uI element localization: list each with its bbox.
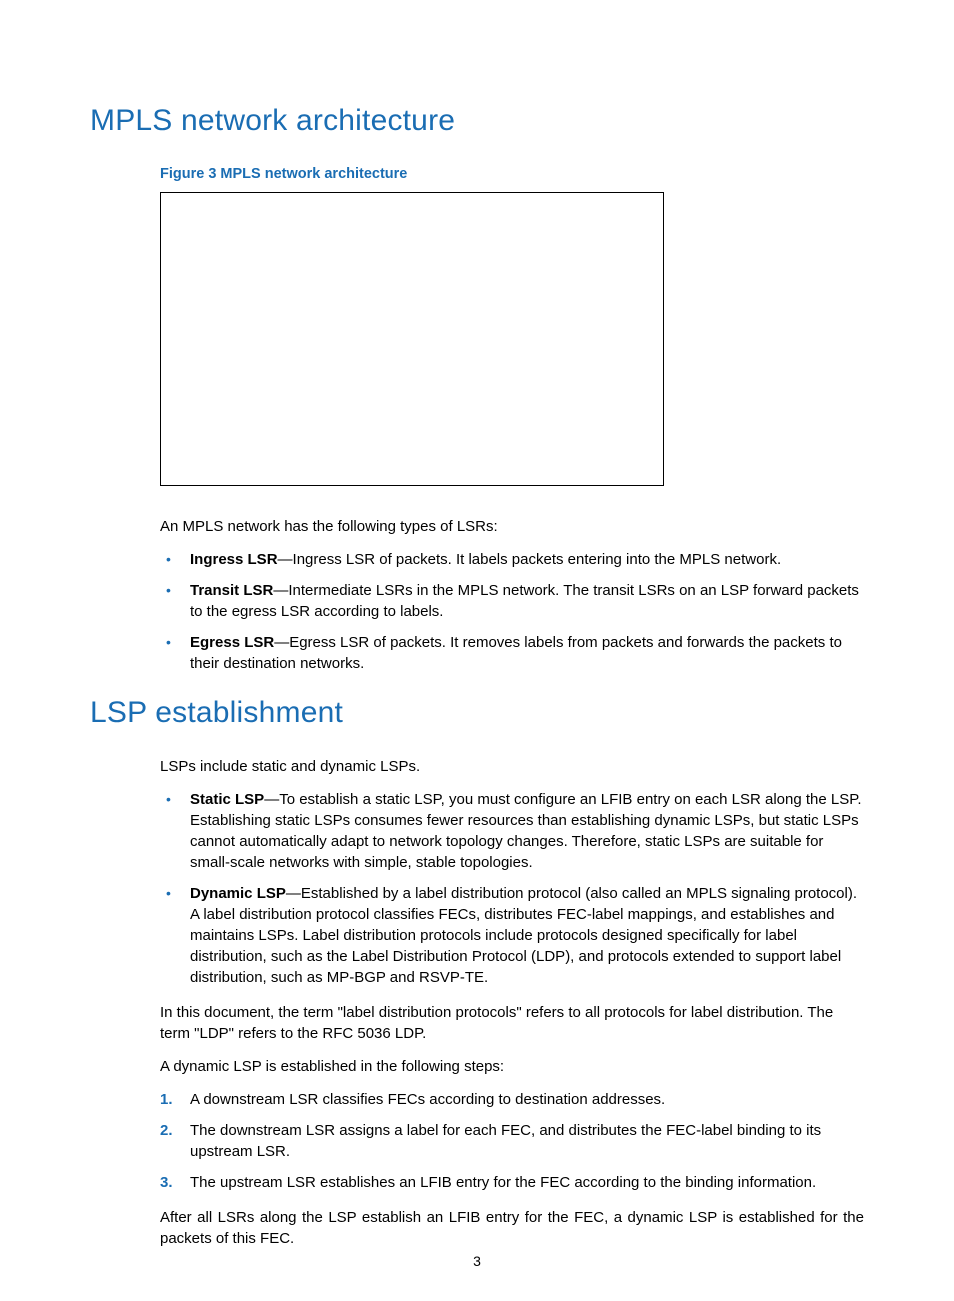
- section1-intro: An MPLS network has the following types …: [160, 516, 864, 537]
- list-item: Static LSP—To establish a static LSP, yo…: [160, 789, 864, 873]
- lsr-types-list: Ingress LSR—Ingress LSR of packets. It l…: [160, 549, 864, 674]
- term: Dynamic LSP: [190, 885, 286, 902]
- section2-intro: LSPs include static and dynamic LSPs.: [160, 756, 864, 777]
- desc: —To establish a static LSP, you must con…: [190, 791, 862, 871]
- page-number: 3: [0, 1252, 954, 1272]
- list-item: Ingress LSR—Ingress LSR of packets. It l…: [160, 549, 864, 570]
- list-item: Egress LSR—Egress LSR of packets. It rem…: [160, 632, 864, 674]
- dynamic-lsp-steps: A downstream LSR classifies FECs accordi…: [160, 1089, 864, 1193]
- term: Egress LSR: [190, 634, 274, 651]
- lsp-types-list: Static LSP—To establish a static LSP, yo…: [160, 789, 864, 988]
- list-item: The upstream LSR establishes an LFIB ent…: [160, 1172, 864, 1193]
- desc: —Ingress LSR of packets. It labels packe…: [278, 551, 782, 568]
- section-heading-lsp-establishment: LSP establishment: [90, 692, 864, 734]
- list-item: Dynamic LSP—Established by a label distr…: [160, 883, 864, 988]
- list-item: A downstream LSR classifies FECs accordi…: [160, 1089, 864, 1110]
- section1-body: Figure 3 MPLS network architecture An MP…: [160, 164, 864, 674]
- desc: —Intermediate LSRs in the MPLS network. …: [190, 582, 859, 620]
- term: Transit LSR: [190, 582, 273, 599]
- para-conclusion: After all LSRs along the LSP establish a…: [160, 1207, 864, 1249]
- section2-body: LSPs include static and dynamic LSPs. St…: [160, 756, 864, 1249]
- section-heading-mpls-architecture: MPLS network architecture: [90, 100, 864, 142]
- desc: —Egress LSR of packets. It removes label…: [190, 634, 842, 672]
- term: Ingress LSR: [190, 551, 278, 568]
- page: MPLS network architecture Figure 3 MPLS …: [0, 0, 954, 1301]
- term: Static LSP: [190, 791, 264, 808]
- figure-placeholder: [160, 192, 664, 486]
- list-item: Transit LSR—Intermediate LSRs in the MPL…: [160, 580, 864, 622]
- figure-caption: Figure 3 MPLS network architecture: [160, 164, 864, 184]
- desc: —Established by a label distribution pro…: [190, 885, 857, 986]
- list-item: The downstream LSR assigns a label for e…: [160, 1120, 864, 1162]
- para-dynamic-steps-intro: A dynamic LSP is established in the foll…: [160, 1056, 864, 1077]
- para-label-distribution: In this document, the term "label distri…: [160, 1002, 864, 1044]
